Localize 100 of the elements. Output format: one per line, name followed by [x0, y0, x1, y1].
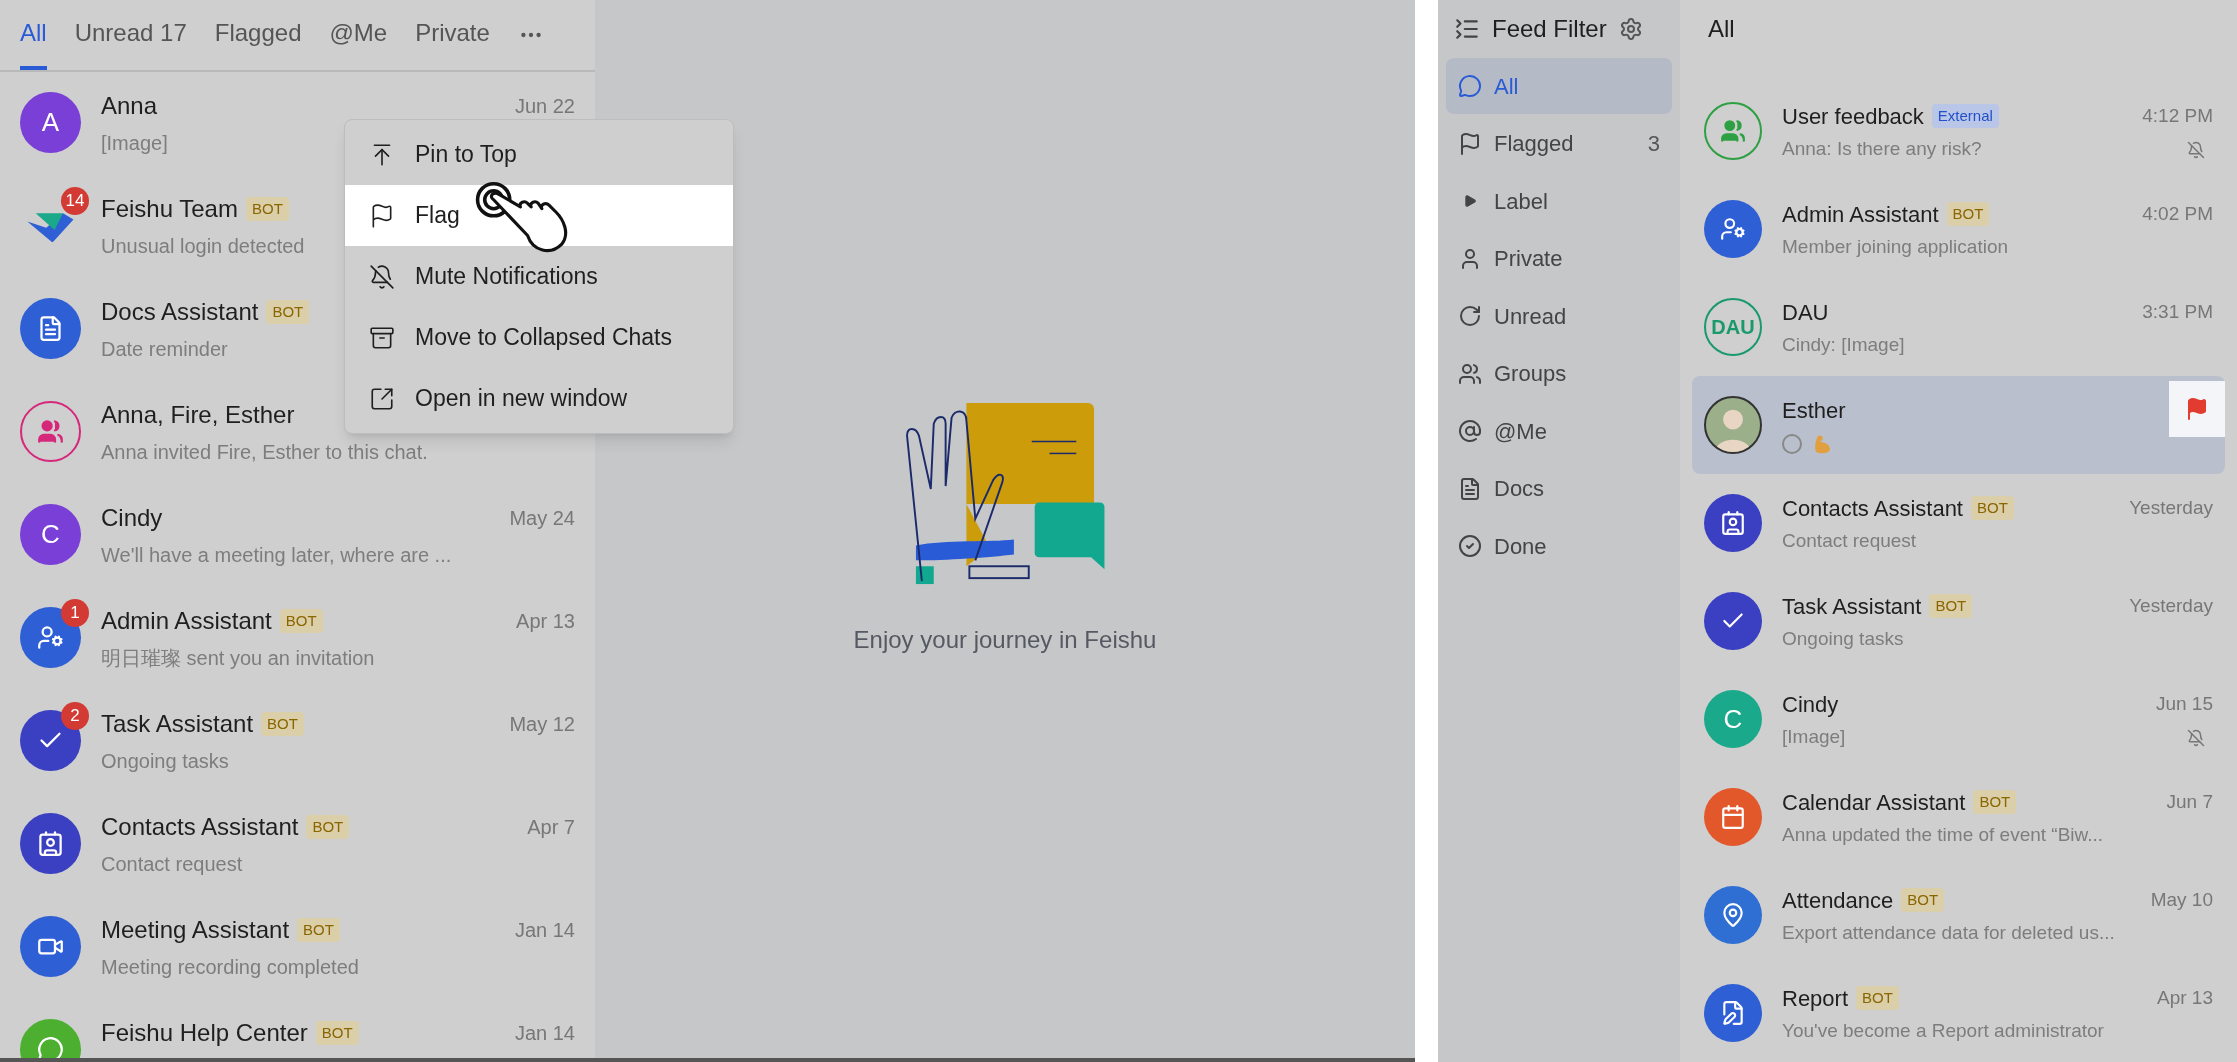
chat-name: Esther [1782, 396, 1846, 425]
chat-item[interactable]: Contacts Assistant BOT Apr 7 Contact request [0, 793, 595, 896]
chat-preview: Cindy: [Image] [1782, 333, 1905, 358]
tag: BOT [306, 815, 350, 839]
chat-preview: Anna invited Fire, Esther to this chat. [101, 441, 428, 463]
chat-name: Task Assistant [101, 710, 254, 738]
list-title: All [1708, 14, 1735, 44]
chat-time: 3:31 PM [2142, 299, 2213, 324]
chat-bubble-icon [1458, 74, 1482, 98]
filter-item[interactable]: Unread [1446, 288, 1672, 344]
filter-tab[interactable]: Flagged [214, 0, 302, 70]
filter-item[interactable]: Label [1446, 173, 1672, 229]
filter-item[interactable]: @Me [1446, 403, 1672, 459]
tag: BOT [1929, 594, 1973, 618]
chat-preview: Date reminder [101, 338, 228, 360]
chat-preview: [Image] [101, 132, 168, 154]
chat-time: Yesterday [2129, 495, 2213, 520]
filter-tab[interactable]: Unread 17 [74, 0, 187, 70]
filter-tab[interactable]: All [20, 0, 47, 70]
chat-item[interactable]: Feishu Help Center BOT Jan 14 [0, 999, 595, 1058]
avatar: A [20, 92, 81, 153]
flexed-arm-icon [1814, 433, 1832, 454]
chat-preview: Unusual login detected [101, 235, 305, 257]
chat-item[interactable]: User feedback External 4:12 PM Anna: Is there any risk? [1692, 82, 2225, 180]
avatar: C [20, 504, 81, 565]
chat-name: Feishu Help Center [101, 1019, 308, 1047]
chat-name: Anna [101, 92, 158, 120]
chat-name: Contacts Assistant [101, 813, 299, 841]
chat-time: Jun 22 [514, 95, 575, 117]
avatar: C [1704, 690, 1762, 748]
check-circle-icon [1458, 534, 1482, 558]
tag: External [1931, 104, 1999, 128]
flag-icon [1458, 131, 1482, 156]
filter-item[interactable]: Flagged 3 [1446, 115, 1672, 172]
chat-preview: Member joining application [1782, 235, 2008, 260]
chat-time: 4:12 PM [2142, 103, 2213, 128]
chat-time: May 24 [509, 507, 575, 529]
chat-preview: Anna: Is there any risk? [1782, 137, 1982, 162]
tag: BOT [315, 1021, 359, 1045]
avatar [1704, 200, 1762, 258]
chat-time: Apr 13 [516, 610, 575, 632]
avatar: DAU [1704, 298, 1762, 356]
chat-item[interactable]: 1 Admin Assistant BOT Apr 13 明日璀璨 sent you an invitation [0, 587, 595, 690]
chat-name: Admin Assistant [1782, 200, 1939, 229]
chat-item[interactable]: Attendance BOT May 10 Export attendance data for deleted us... [1692, 866, 2225, 964]
chat-name: DAU [1782, 298, 1829, 327]
chat-time: Jan 14 [514, 1022, 575, 1044]
chat-time: Jun 15 [2155, 691, 2213, 716]
chat-item[interactable]: Task Assistant BOT Yesterday Ongoing tasks [1692, 572, 2225, 670]
menu-item[interactable]: Pin to Top [345, 124, 733, 185]
chat-preview: Export attendance data for deleted us... [1782, 921, 2115, 946]
chat-item[interactable]: Contacts Assistant BOT Yesterday Contact request [1692, 474, 2225, 572]
chat-name: Task Assistant [1782, 592, 1922, 621]
filter-item[interactable]: Private [1446, 230, 1672, 287]
chat-name: Calendar Assistant [1782, 788, 1966, 817]
filter-item[interactable]: Docs [1446, 460, 1672, 517]
chat-item[interactable]: DAU DAU 3:31 PM Cindy: [Image] [1692, 278, 2225, 376]
chat-time: Apr 13 [2157, 985, 2213, 1010]
chat-item[interactable]: C Cindy May 24 We'll have a meeting later, where are ... [0, 484, 595, 587]
chat-item[interactable]: 2 Task Assistant BOT May 12 Ongoing tasks [0, 690, 595, 793]
chat-item[interactable]: Meeting Assistant BOT Jan 14 Meeting recording completed [0, 896, 595, 999]
tag: BOT [1971, 496, 2014, 520]
sidebar-title: Feed Filter [1492, 14, 1607, 44]
collapse-icon[interactable] [1454, 16, 1480, 42]
people-icon [1458, 361, 1482, 386]
chat-item[interactable]: C Cindy Jun 15 [Image] [1692, 670, 2225, 768]
filter-item[interactable]: Done [1446, 518, 1672, 574]
filter-item[interactable]: Groups [1446, 345, 1672, 402]
chat-time: Jan 14 [514, 919, 575, 941]
chat-item[interactable]: Esther [1692, 376, 2225, 474]
chat-time: 4:02 PM [2142, 201, 2213, 226]
chat-preview: 明日璀璨 sent you an invitation [101, 647, 375, 669]
chat-item[interactable]: Report BOT Apr 13 You've become a Report administrator [1692, 964, 2225, 1062]
flag-button[interactable] [2169, 381, 2225, 437]
chat-preview: Contact request [101, 853, 243, 875]
menu-item[interactable]: Move to Collapsed Chats [345, 307, 733, 368]
chat-time: May 10 [2150, 887, 2213, 912]
welcome-text: Enjoy your journey in Feishu [853, 625, 1157, 655]
avatar [20, 298, 81, 359]
unread-count: 14 [61, 187, 89, 215]
filter-tab[interactable]: Private [415, 0, 490, 70]
avatar [1704, 592, 1762, 650]
chat-preview: Ongoing tasks [101, 750, 229, 772]
avatar [20, 916, 81, 977]
settings-icon[interactable] [1618, 17, 1643, 41]
chat-name: Meeting Assistant [101, 916, 290, 944]
menu-item[interactable]: Mute Notifications [345, 246, 733, 307]
chat-time: Yesterday [2129, 593, 2213, 618]
chat-item[interactable]: Admin Assistant BOT 4:02 PM Member joining application [1692, 180, 2225, 278]
chat-name: Anna, Fire, Esther [101, 401, 295, 429]
menu-item[interactable]: Open in new window [345, 368, 733, 429]
avatar [1704, 886, 1762, 944]
avatar [1704, 494, 1762, 552]
chat-preview: We'll have a meeting later, where are ... [101, 544, 452, 566]
filter-tab[interactable]: @Me [329, 0, 388, 70]
document-icon [1458, 476, 1482, 501]
chat-item[interactable]: Calendar Assistant BOT Jun 7 Anna updated the time of event “Biw... [1692, 768, 2225, 866]
unread-count: 2 [61, 702, 89, 730]
avatar [1704, 396, 1762, 454]
chat-name: User feedback [1782, 102, 1924, 131]
